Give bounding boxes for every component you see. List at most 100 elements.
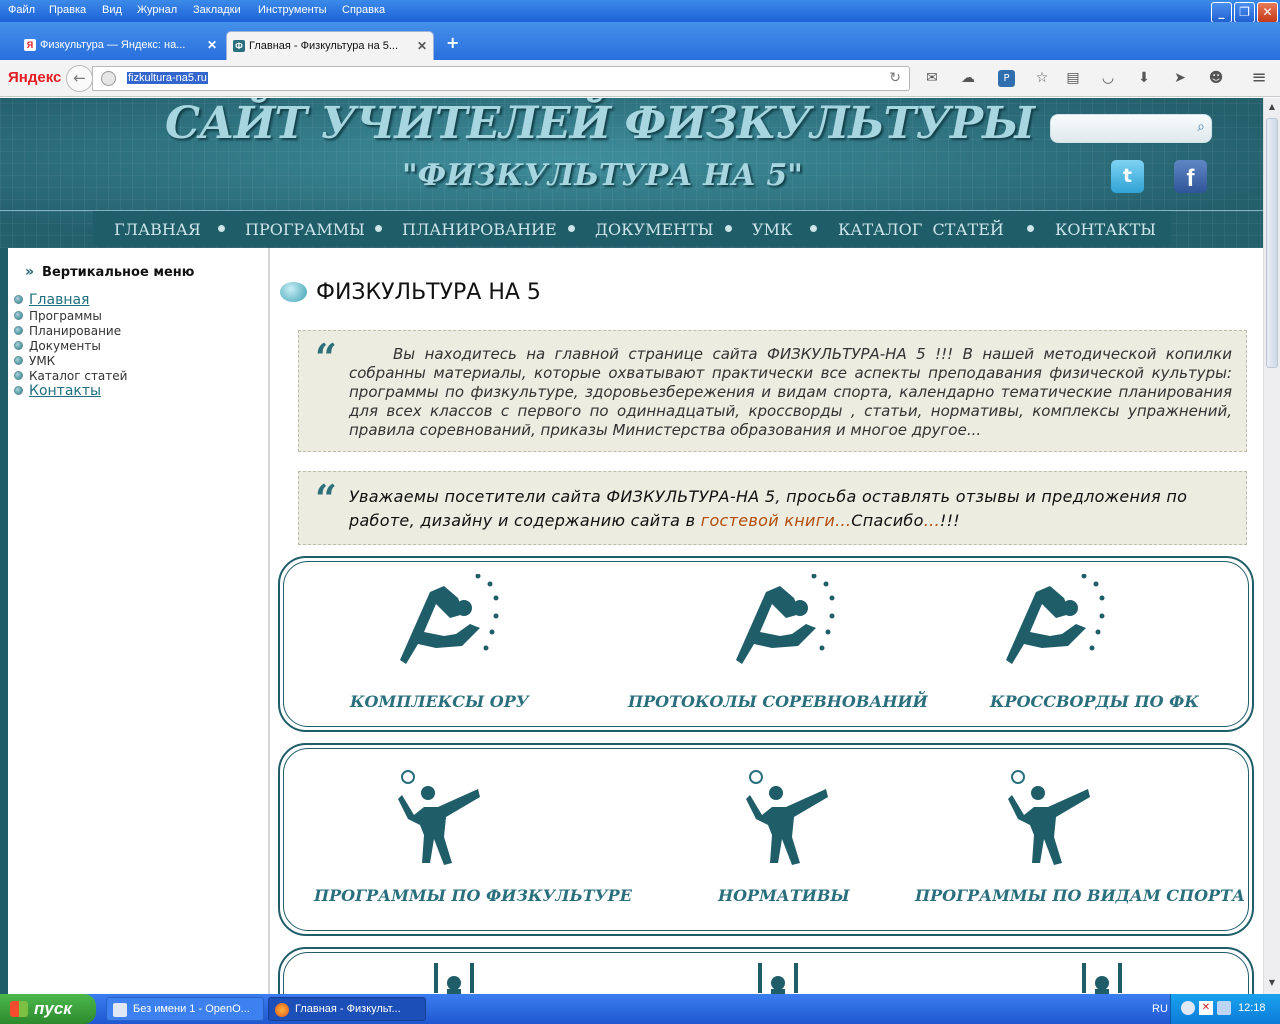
taskbar-item-firefox[interactable]: Главная - Физкульт...: [268, 997, 426, 1021]
nav-separator: [725, 225, 732, 232]
tray-back-icon[interactable]: [1181, 1001, 1195, 1015]
menu-view[interactable]: Вид: [102, 4, 122, 16]
card-link-oru[interactable]: КОМПЛЕКСЫ ОРУ: [350, 692, 529, 711]
quote-icon: “: [315, 476, 337, 521]
nav-umk[interactable]: УМК: [752, 220, 792, 239]
page-scrollbar[interactable]: ▲ ▼: [1263, 98, 1280, 994]
taskbar-item-openoffice[interactable]: Без имени 1 - OpenO...: [106, 997, 264, 1021]
nav-home[interactable]: ГЛАВНАЯ: [114, 220, 201, 239]
intro-text: Вы находитесь на главной странице сайта …: [349, 345, 1232, 439]
volleyball-player-icon[interactable]: [1004, 767, 1094, 867]
send-icon[interactable]: ➤: [1170, 68, 1190, 88]
notice-text: Уважаемы посетители сайта ФИЗКУЛЬТУРА-НА…: [349, 487, 1188, 530]
download-icon[interactable]: ⬇: [1134, 68, 1154, 88]
close-window-icon[interactable]: ✕: [1257, 2, 1278, 23]
weightlifter-icon[interactable]: [432, 961, 476, 994]
bookmarks-list-icon[interactable]: ▤: [1063, 68, 1083, 88]
minimize-icon[interactable]: _: [1211, 2, 1232, 23]
tab-close-icon[interactable]: ✕: [207, 38, 217, 52]
windows-logo-icon: [10, 1001, 28, 1017]
sidebar-item-planning[interactable]: Планирование: [14, 324, 121, 338]
windows-taskbar: пуск Без имени 1 - OpenO... Главная - Фи…: [0, 994, 1280, 1024]
menu-bookmarks[interactable]: Закладки: [193, 4, 241, 16]
runner-icon[interactable]: [998, 574, 1110, 668]
vertical-menu-title: » Вертикальное меню: [25, 264, 195, 280]
bullet-icon: [14, 326, 23, 335]
tab-title: Физкультура — Яндекс: на...: [40, 39, 186, 51]
site-icon: Ф: [233, 40, 245, 52]
scroll-thumb[interactable]: [1266, 118, 1278, 368]
tab-site[interactable]: Ф Главная - Физкультура на 5... ✕: [226, 31, 434, 60]
guestbook-link[interactable]: гостевой книги: [701, 511, 835, 530]
pocket-icon[interactable]: ◡: [1098, 68, 1118, 88]
menu-bar: Файл Правка Вид Журнал Закладки Инструме…: [0, 0, 1280, 23]
menu-file[interactable]: Файл: [8, 4, 35, 16]
clock[interactable]: 12:18: [1238, 1002, 1266, 1014]
bookmark-star-icon[interactable]: ☆: [1032, 68, 1052, 88]
card-link-crosswords[interactable]: КРОССВОРДЫ ПО ФК: [990, 692, 1199, 711]
start-button[interactable]: пуск: [0, 994, 96, 1024]
runner-icon[interactable]: [728, 574, 840, 668]
chat-icon[interactable]: ☻: [1206, 68, 1226, 88]
document-icon: [113, 1003, 127, 1017]
nav-planning[interactable]: ПЛАНИРОВАНИЕ: [402, 220, 557, 239]
tab-bar: Я Физкультура — Яндекс: на... ✕ Ф Главна…: [0, 22, 1280, 60]
nav-separator: [375, 225, 382, 232]
nav-programs[interactable]: ПРОГРАММЫ: [245, 220, 365, 239]
maximize-icon[interactable]: ❐: [1234, 2, 1255, 23]
quote-icon: “: [315, 335, 337, 380]
url-text[interactable]: fizkultura-na5.ru: [127, 72, 208, 84]
site-header: САЙТ УЧИТЕЛЕЙ ФИЗКУЛЬТУРЫ "ФИЗКУЛЬТУРА Н…: [0, 98, 1263, 248]
twitter-icon[interactable]: t: [1111, 160, 1144, 193]
translate-icon[interactable]: P: [998, 70, 1015, 87]
nav-articles[interactable]: КАТАЛОГ СТАТЕЙ: [838, 220, 1004, 239]
reload-icon[interactable]: ↻: [889, 70, 901, 86]
tab-yandex[interactable]: Я Физкультура — Яндекс: на... ✕: [18, 31, 223, 60]
card-link-sport-programs[interactable]: ПРОГРАММЫ ПО ВИДАМ СПОРТА: [915, 886, 1245, 905]
menu-tools[interactable]: Инструменты: [258, 4, 327, 16]
yandex-logo[interactable]: Яндекс: [8, 69, 61, 86]
address-bar[interactable]: fizkultura-na5.ru ↻: [92, 66, 910, 91]
card-link-standards[interactable]: НОРМАТИВЫ: [718, 886, 850, 905]
menu-history[interactable]: Журнал: [137, 4, 177, 16]
menu-help[interactable]: Справка: [342, 4, 385, 16]
runner-icon[interactable]: [392, 574, 504, 668]
notice-quote: “ Уважаемы посетители сайта ФИЗКУЛЬТУРА-…: [298, 471, 1247, 545]
weightlifter-icon[interactable]: [1080, 961, 1124, 994]
sidebar-item-contacts[interactable]: Контакты: [14, 383, 101, 399]
sidebar-item-home[interactable]: Главная: [14, 292, 89, 308]
left-accent-bar: [0, 248, 8, 994]
sidebar-item-documents[interactable]: Документы: [14, 339, 101, 353]
nav-documents[interactable]: ДОКУМЕНТЫ: [595, 220, 714, 239]
sidebar-item-umk[interactable]: УМК: [14, 354, 55, 368]
tab-close-icon[interactable]: ✕: [417, 39, 427, 53]
network-error-icon[interactable]: ✕: [1199, 1001, 1213, 1015]
search-icon[interactable]: ⌕: [1197, 119, 1205, 135]
sidebar-item-articles[interactable]: Каталог статей: [14, 369, 127, 383]
globe-icon: [101, 71, 116, 86]
sidebar-item-programs[interactable]: Программы: [14, 309, 102, 323]
scroll-up-icon[interactable]: ▲: [1266, 100, 1278, 114]
nav-contacts[interactable]: КОНТАКТЫ: [1055, 220, 1156, 239]
navigation-bar: Яндекс fizkultura-na5.ru ↻ ←: [0, 60, 1280, 97]
card-link-pe-programs[interactable]: ПРОГРАММЫ ПО ФИЗКУЛЬТУРЕ: [314, 886, 632, 905]
bullet-icon: [14, 386, 23, 395]
weightlifter-icon[interactable]: [756, 961, 800, 994]
site-nav: ГЛАВНАЯ ПРОГРАММЫ ПЛАНИРОВАНИЕ ДОКУМЕНТЫ…: [93, 211, 1171, 246]
menu-edit[interactable]: Правка: [49, 4, 86, 16]
volleyball-player-icon[interactable]: [742, 767, 832, 867]
volleyball-player-icon[interactable]: [394, 767, 484, 867]
hamburger-menu-icon[interactable]: ≡: [1249, 68, 1269, 88]
card-link-protocols[interactable]: ПРОТОКОЛЫ СОРЕВНОВАНИЙ: [628, 692, 928, 711]
bullet-icon: [14, 356, 23, 365]
site-search-input[interactable]: ⌕: [1050, 114, 1212, 143]
new-tab-icon[interactable]: +: [446, 33, 459, 52]
weather-icon[interactable]: ☁: [958, 68, 978, 88]
scroll-down-icon[interactable]: ▼: [1266, 976, 1278, 990]
back-button[interactable]: ←: [66, 65, 93, 92]
language-indicator[interactable]: RU: [1152, 1003, 1168, 1015]
mail-icon[interactable]: ✉: [922, 68, 942, 88]
facebook-icon[interactable]: f: [1174, 160, 1207, 193]
tray-app-icon[interactable]: [1217, 1001, 1231, 1015]
firefox-icon: [275, 1003, 289, 1017]
